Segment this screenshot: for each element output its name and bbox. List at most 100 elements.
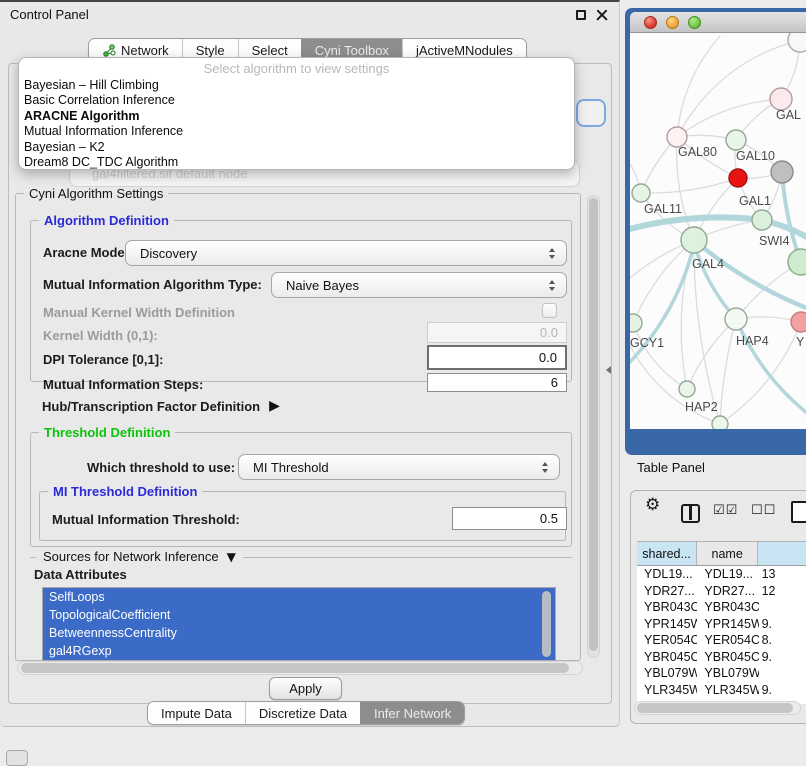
network-node-gal80[interactable] — [667, 127, 687, 147]
minimized-panel-button[interactable] — [6, 750, 28, 766]
network-graph[interactable]: GALGAL80GAL10GAL1GAL11SWI4GAL4GCY1HAP4YH… — [630, 33, 806, 429]
network-node-y[interactable] — [791, 312, 806, 332]
network-edge[interactable] — [720, 319, 736, 424]
unchecked-columns-icon[interactable]: ☐☐ — [751, 503, 776, 518]
table-cell: YPR145W — [697, 616, 758, 633]
network-node-label: Y — [796, 335, 805, 349]
settings-group-title: Cyni Algorithm Settings — [24, 186, 168, 201]
attribute-list-item[interactable]: TopologicalCoefficient — [43, 606, 555, 624]
sources-section-header[interactable]: Sources for Network Inference ▼ — [36, 549, 243, 564]
data-attributes-list[interactable]: SelfLoopsTopologicalCoefficientBetweenne… — [42, 587, 556, 661]
tab-jactivemnodules-label: jActiveMNodules — [416, 43, 513, 58]
network-edge[interactable] — [687, 319, 736, 389]
apply-button[interactable]: Apply — [269, 677, 342, 700]
table-cell — [759, 599, 806, 616]
tab-infer-network[interactable]: Infer Network — [360, 702, 464, 724]
network-node[interactable] — [771, 161, 793, 183]
aracne-mode-combo[interactable]: Discovery — [125, 240, 567, 266]
manual-kernel-checkbox[interactable] — [542, 303, 557, 318]
table-row[interactable]: YDL19...YDL19...13 — [637, 566, 806, 583]
spinner-arrows-icon — [549, 280, 555, 291]
network-edge[interactable] — [677, 36, 720, 137]
algorithm-option[interactable]: Mutual Information Inference — [19, 124, 574, 139]
network-node-gal11[interactable] — [632, 184, 650, 202]
algorithm-dropdown-placeholder: Select algorithm to view settings — [19, 61, 574, 78]
settings-vscroll-thumb[interactable] — [589, 198, 598, 651]
network-node-gal[interactable] — [770, 88, 792, 110]
network-node-gal10[interactable] — [726, 130, 746, 150]
network-node-label: GAL1 — [739, 194, 771, 208]
attribute-list-item[interactable]: BetweennessCentrality — [43, 624, 555, 642]
network-node[interactable] — [788, 33, 806, 52]
settings-vertical-scrollbar[interactable] — [587, 195, 600, 658]
network-node-hap4[interactable] — [725, 308, 747, 330]
algorithm-option[interactable]: Dream8 DC_TDC Algorithm — [19, 155, 574, 170]
tab-impute-data[interactable]: Impute Data — [148, 702, 245, 724]
table-row[interactable]: YPR145WYPR145W9. — [637, 616, 806, 633]
mi-type-combo[interactable]: Naive Bayes — [271, 272, 567, 298]
algorithm-definition-group: Algorithm Definition Aracne Mode: Discov… — [30, 220, 572, 382]
algorithm-option[interactable]: ARACNE Algorithm — [19, 109, 574, 124]
panel-collapse-arrow-icon[interactable] — [606, 366, 611, 374]
network-canvas[interactable]: GALGAL80GAL10GAL1GAL11SWI4GAL4GCY1HAP4YH… — [630, 33, 806, 429]
network-node-label: GAL4 — [692, 257, 724, 271]
attribute-list-item[interactable]: gal4RGexp — [43, 642, 555, 660]
network-node-gal4[interactable] — [681, 227, 707, 253]
table-row[interactable]: YBL079WYBL079W — [637, 665, 806, 682]
network-node-gcy1[interactable] — [630, 314, 642, 332]
network-node-label: GAL80 — [678, 145, 717, 159]
table-row[interactable]: YLR345WYLR345W9. — [637, 682, 806, 699]
minimize-traffic-light-icon[interactable] — [666, 16, 679, 29]
close-traffic-light-icon[interactable] — [644, 16, 657, 29]
algorithm-option[interactable]: Basic Correlation Inference — [19, 93, 574, 108]
network-node-label: GAL — [776, 108, 801, 122]
table-row[interactable]: YBR045CYBR045C9. — [637, 649, 806, 666]
table-horizontal-scrollbar[interactable] — [634, 701, 801, 715]
gear-icon[interactable]: ⚙ — [645, 495, 660, 515]
which-threshold-combo[interactable]: MI Threshold — [238, 454, 560, 480]
table-cell: YBL079W — [697, 665, 758, 682]
network-node-label: GCY1 — [630, 336, 664, 350]
tab-discretize-data[interactable]: Discretize Data — [245, 702, 360, 724]
settings-horizontal-scrollbar[interactable] — [17, 661, 583, 675]
expand-arrow-icon[interactable]: ▶ — [269, 398, 280, 414]
collapse-arrow-icon[interactable]: ▼ — [227, 550, 236, 564]
kernel-width-field[interactable]: 0.0 — [427, 322, 567, 343]
data-attributes-label: Data Attributes — [34, 567, 127, 582]
table-column-header[interactable]: shared... — [637, 542, 697, 565]
algorithm-option[interactable]: Bayesian – Hill Climbing — [19, 78, 574, 93]
network-node[interactable] — [712, 416, 728, 429]
network-edge[interactable] — [677, 99, 781, 137]
settings-hscroll-thumb[interactable] — [21, 663, 569, 673]
mi-threshold-field[interactable]: 0.5 — [452, 507, 567, 530]
checked-columns-icon[interactable]: ☑☑ — [713, 503, 738, 518]
export-table-icon[interactable] — [791, 501, 806, 523]
table-row[interactable]: YBR043CYBR043C — [637, 599, 806, 616]
float-window-icon[interactable] — [576, 10, 586, 20]
zoom-traffic-light-icon[interactable] — [688, 16, 701, 29]
attribute-list-item[interactable]: SelfLoops — [43, 588, 555, 606]
network-edge-thick[interactable] — [694, 240, 806, 311]
network-edge[interactable] — [633, 323, 687, 389]
table-hscroll-thumb[interactable] — [637, 703, 793, 713]
table-column-header[interactable] — [758, 542, 806, 565]
mi-steps-field[interactable]: 6 — [427, 373, 567, 392]
network-node-hap2[interactable] — [679, 381, 695, 397]
hub-tf-definition-row[interactable]: Hub/Transcription Factor Definition ▶ — [42, 397, 280, 415]
close-icon[interactable] — [596, 9, 608, 21]
algorithm-option[interactable]: Bayesian – K2 — [19, 140, 574, 155]
table-column-header[interactable]: name — [697, 542, 758, 565]
network-window-titlebar[interactable] — [630, 12, 806, 33]
mi-type-value: Naive Bayes — [286, 278, 359, 293]
dpi-tolerance-field[interactable]: 0.0 — [427, 345, 567, 370]
which-threshold-value: MI Threshold — [253, 460, 329, 475]
split-columns-icon[interactable] — [681, 504, 700, 523]
network-node-swi4[interactable] — [752, 210, 772, 230]
network-node-gal1[interactable] — [729, 169, 747, 187]
network-edge[interactable] — [641, 178, 738, 193]
network-node[interactable] — [788, 249, 806, 275]
algorithm-combo-fragment[interactable] — [576, 99, 606, 127]
table-row[interactable]: YER054CYER054C8. — [637, 632, 806, 649]
list-scrollbar-thumb[interactable] — [542, 591, 551, 657]
table-row[interactable]: YDR27...YDR27...12 — [637, 583, 806, 600]
